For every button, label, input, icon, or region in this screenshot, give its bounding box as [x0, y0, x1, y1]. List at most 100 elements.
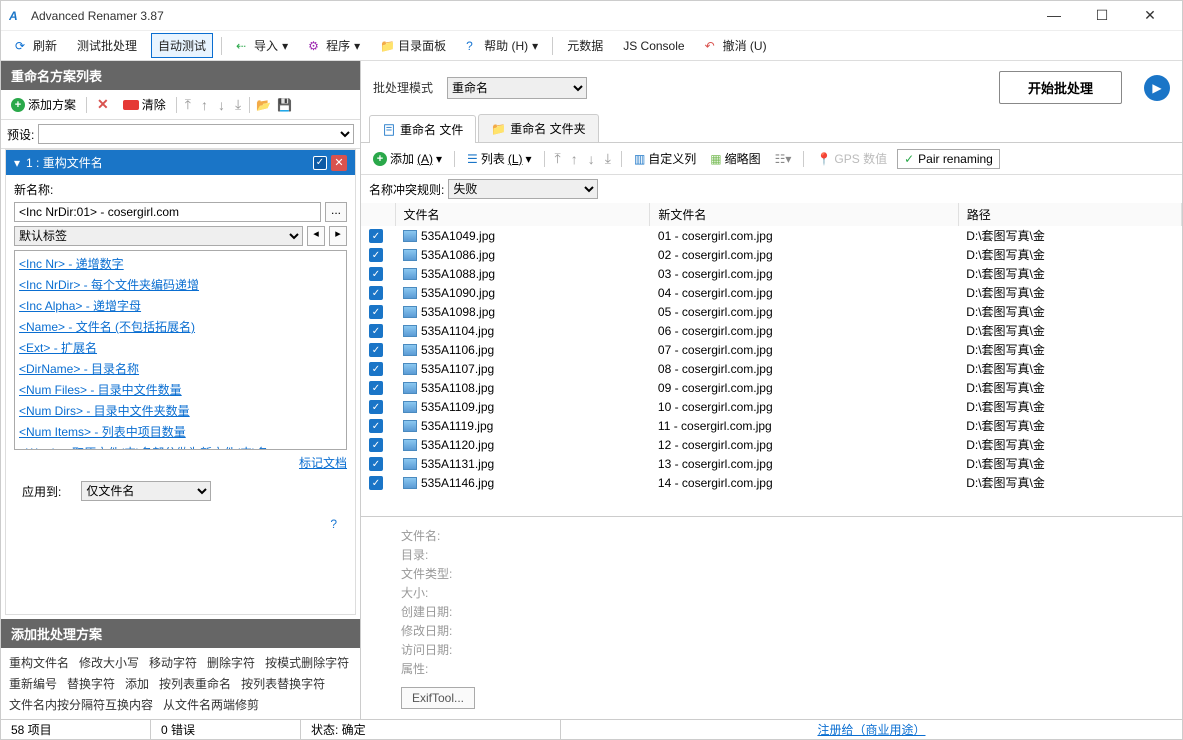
menu-import[interactable]: ⇠导入 ▾ — [230, 34, 294, 57]
add-method-item[interactable]: 修改大小写 — [79, 654, 139, 671]
tag-link[interactable]: <Num Files> - 目录中文件数量 — [19, 379, 342, 400]
exiftool-button[interactable]: ExifTool... — [401, 687, 475, 709]
add-method-item[interactable]: 按列表重命名 — [159, 675, 231, 692]
method-enabled-checkbox[interactable]: ✓ — [313, 156, 327, 170]
add-method-item[interactable]: 删除字符 — [207, 654, 255, 671]
add-method-item[interactable]: 文件名内按分隔符互换内容 — [9, 696, 153, 713]
tag-prev-button[interactable]: ◂ — [307, 226, 325, 246]
table-row[interactable]: ✓ 535A1088.jpg 03 - cosergirl.com.jpgD:\… — [361, 264, 1182, 283]
maximize-button[interactable]: ☐ — [1086, 7, 1118, 24]
register-link[interactable]: 注册给（商业用途） — [817, 721, 925, 738]
menu-auto-test[interactable]: 自动测试 — [151, 33, 213, 58]
add-method-item[interactable]: 按模式删除字符 — [265, 654, 349, 671]
add-method-item[interactable]: 按列表替换字符 — [241, 675, 325, 692]
tag-link[interactable]: <Word> - 取原文件(夹)名部分做为新文件(夹)名 — [19, 442, 342, 450]
file-move-bottom-button[interactable]: ⤓ — [603, 150, 613, 167]
menu-help[interactable]: ?帮助 (H) ▾ — [460, 34, 544, 57]
tag-link[interactable]: <Num Dirs> - 目录中文件夹数量 — [19, 400, 342, 421]
menu-test-batch[interactable]: 测试批处理 — [71, 34, 143, 57]
name-picker-button[interactable]: ... — [325, 202, 347, 222]
minimize-button[interactable]: — — [1038, 7, 1070, 24]
tag-next-button[interactable]: ▸ — [329, 226, 347, 246]
col-path[interactable]: 路径 — [958, 203, 1181, 226]
tag-link[interactable]: <Inc NrDir> - 每个文件夹编码递增 — [19, 274, 342, 295]
save-button[interactable]: 💾 — [277, 98, 292, 112]
pair-renaming-toggle[interactable]: ✓Pair renaming — [897, 149, 1000, 169]
table-row[interactable]: ✓ 535A1107.jpg 08 - cosergirl.com.jpgD:\… — [361, 359, 1182, 378]
play-icon[interactable]: ▶ — [1144, 75, 1170, 101]
file-move-top-button[interactable]: ⤒ — [553, 150, 563, 167]
table-row[interactable]: ✓ 535A1090.jpg 04 - cosergirl.com.jpgD:\… — [361, 283, 1182, 302]
menu-refresh[interactable]: ⟳刷新 — [9, 34, 63, 57]
new-name-input[interactable] — [14, 202, 321, 222]
apply-to-select[interactable]: 仅文件名 — [81, 481, 211, 501]
table-row[interactable]: ✓ 535A1049.jpg 01 - cosergirl.com.jpgD:\… — [361, 226, 1182, 245]
move-bottom-button[interactable]: ⤓ — [233, 96, 243, 113]
tag-link[interactable]: <Ext> - 扩展名 — [19, 337, 342, 358]
table-row[interactable]: ✓ 535A1120.jpg 12 - cosergirl.com.jpgD:\… — [361, 435, 1182, 454]
clear-methods-button[interactable]: 清除 — [119, 94, 170, 115]
menu-undo[interactable]: ↶撤消 (U) — [699, 34, 773, 57]
file-table-wrap[interactable]: 文件名 新文件名 路径 ✓ 535A1049.jpg 01 - cosergir… — [361, 203, 1182, 517]
open-folder-button[interactable]: 📂 — [256, 98, 271, 112]
add-files-button[interactable]: +添加 (A) ▾ — [369, 148, 446, 169]
start-batch-button[interactable]: 开始批处理 — [999, 71, 1122, 104]
row-checkbox[interactable]: ✓ — [369, 305, 383, 319]
delete-method-button[interactable]: ✕ — [93, 94, 113, 115]
table-row[interactable]: ✓ 535A1146.jpg 14 - cosergirl.com.jpgD:\… — [361, 473, 1182, 492]
col-newname[interactable]: 新文件名 — [650, 203, 958, 226]
row-checkbox[interactable]: ✓ — [369, 419, 383, 433]
row-checkbox[interactable]: ✓ — [369, 229, 383, 243]
tag-link[interactable]: <Inc Nr> - 递增数字 — [19, 253, 342, 274]
batch-mode-select[interactable]: 重命名 — [447, 77, 587, 99]
tag-link[interactable]: <Name> - 文件名 (不包括拓展名) — [19, 316, 342, 337]
menu-js-console[interactable]: JS Console — [617, 36, 690, 56]
row-checkbox[interactable]: ✓ — [369, 362, 383, 376]
table-row[interactable]: ✓ 535A1108.jpg 09 - cosergirl.com.jpgD:\… — [361, 378, 1182, 397]
tab-files[interactable]: 重命名 文件 — [369, 115, 476, 143]
conflict-select[interactable]: 失败 — [448, 179, 598, 199]
row-checkbox[interactable]: ✓ — [369, 457, 383, 471]
file-move-up-button[interactable]: ↑ — [569, 151, 580, 167]
add-method-item[interactable]: 替换字符 — [67, 675, 115, 692]
table-row[interactable]: ✓ 535A1106.jpg 07 - cosergirl.com.jpgD:\… — [361, 340, 1182, 359]
move-up-button[interactable]: ↑ — [199, 97, 210, 113]
add-method-item[interactable]: 重构文件名 — [9, 654, 69, 671]
menu-metadata[interactable]: 元数据 — [561, 34, 609, 57]
method-close-button[interactable]: ✕ — [331, 155, 347, 171]
display-menu[interactable]: ☷▾ — [771, 150, 796, 168]
gps-button[interactable]: 📍GPS 数值 — [812, 148, 891, 169]
row-checkbox[interactable]: ✓ — [369, 381, 383, 395]
table-row[interactable]: ✓ 535A1119.jpg 11 - cosergirl.com.jpgD:\… — [361, 416, 1182, 435]
move-down-button[interactable]: ↓ — [216, 97, 227, 113]
menu-program[interactable]: ⚙程序 ▾ — [302, 34, 366, 57]
col-check[interactable] — [361, 203, 395, 226]
table-row[interactable]: ✓ 535A1104.jpg 06 - cosergirl.com.jpgD:\… — [361, 321, 1182, 340]
move-top-button[interactable]: ⤒ — [183, 96, 193, 113]
add-method-item[interactable]: 移动字符 — [149, 654, 197, 671]
col-filename[interactable]: 文件名 — [395, 203, 650, 226]
method-header[interactable]: ▾ 1 : 重构文件名 ✓ ✕ — [6, 150, 355, 175]
preset-select[interactable] — [38, 124, 354, 144]
collapse-icon[interactable]: ▾ — [14, 156, 20, 170]
list-menu-button[interactable]: ☰列表 (L) ▾ — [463, 148, 535, 169]
tag-link[interactable]: <Inc Alpha> - 递增字母 — [19, 295, 342, 316]
tag-category-select[interactable]: 默认标签 — [14, 226, 303, 246]
row-checkbox[interactable]: ✓ — [369, 343, 383, 357]
row-checkbox[interactable]: ✓ — [369, 248, 383, 262]
row-checkbox[interactable]: ✓ — [369, 476, 383, 490]
add-method-item[interactable]: 重新编号 — [9, 675, 57, 692]
close-button[interactable]: ✕ — [1134, 7, 1166, 24]
row-checkbox[interactable]: ✓ — [369, 324, 383, 338]
row-checkbox[interactable]: ✓ — [369, 267, 383, 281]
tag-link[interactable]: <Num Items> - 列表中项目数量 — [19, 421, 342, 442]
tag-doc-link[interactable]: 标记文档 — [299, 456, 347, 470]
row-checkbox[interactable]: ✓ — [369, 400, 383, 414]
table-row[interactable]: ✓ 535A1086.jpg 02 - cosergirl.com.jpgD:\… — [361, 245, 1182, 264]
custom-columns-button[interactable]: ▥自定义列 — [630, 148, 700, 169]
add-method-item[interactable]: 从文件名两端修剪 — [163, 696, 259, 713]
row-checkbox[interactable]: ✓ — [369, 286, 383, 300]
tag-link[interactable]: <DirName> - 目录名称 — [19, 358, 342, 379]
thumbnails-button[interactable]: ▦缩略图 — [706, 148, 764, 169]
table-row[interactable]: ✓ 535A1131.jpg 13 - cosergirl.com.jpgD:\… — [361, 454, 1182, 473]
